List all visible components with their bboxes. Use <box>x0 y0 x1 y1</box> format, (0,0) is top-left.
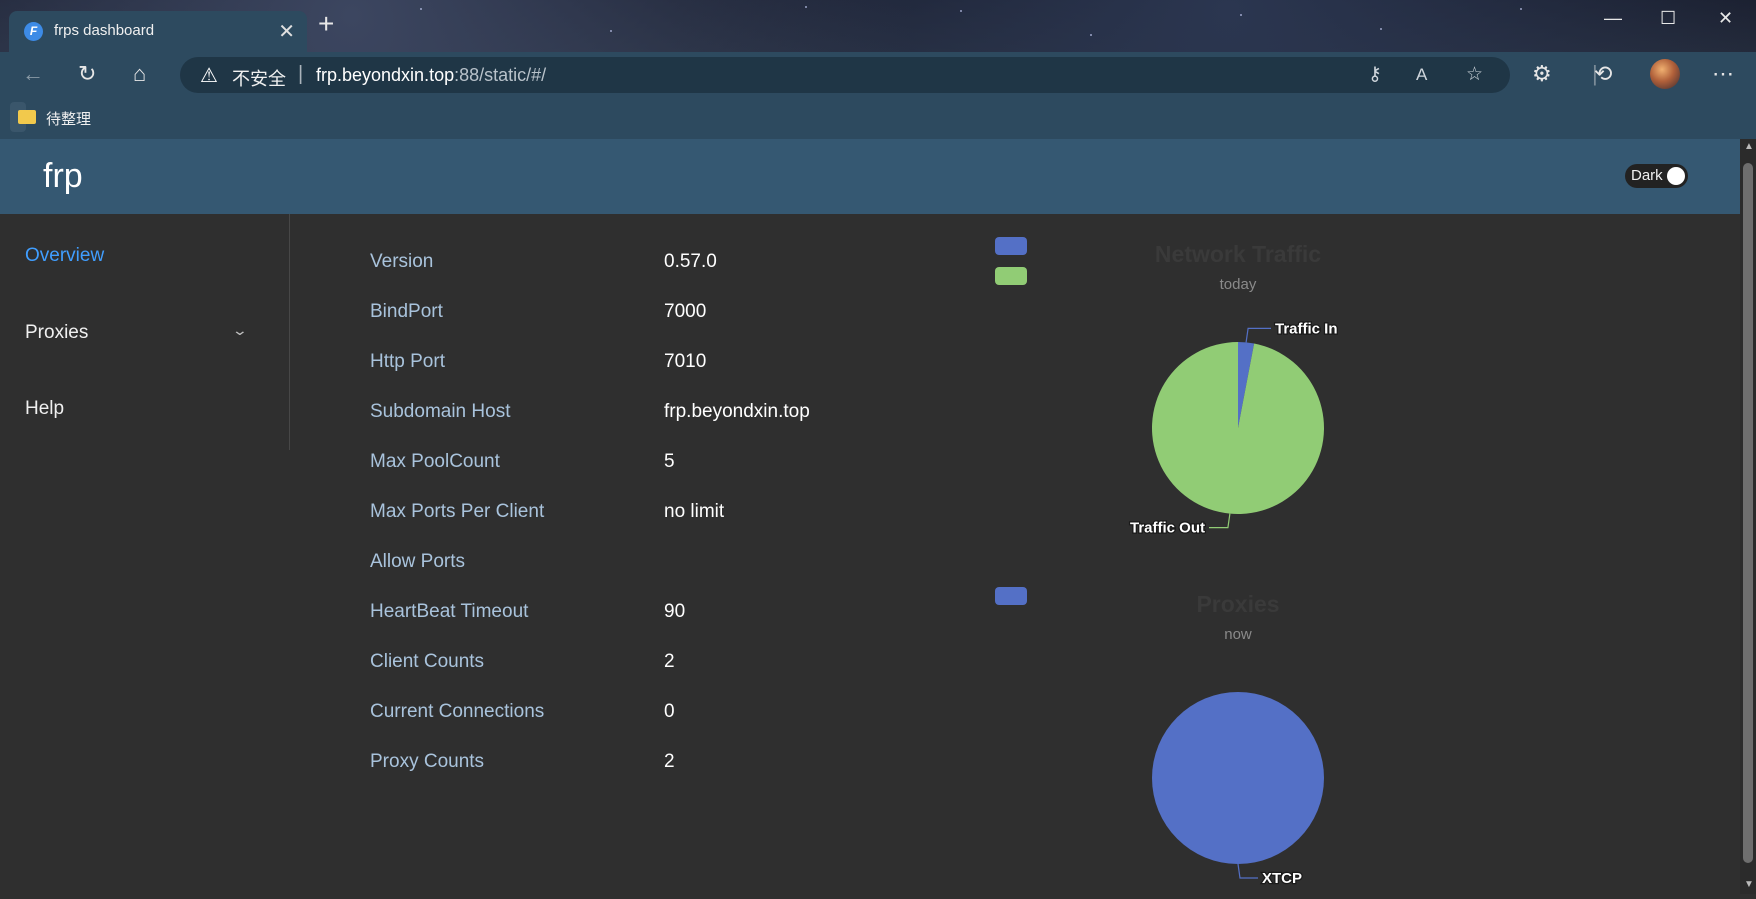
app-logo: frp <box>43 157 83 195</box>
pie-leader-line <box>1245 327 1271 343</box>
sidebar-item-help[interactable]: Help <box>25 398 64 420</box>
chart-title: Network Traffic <box>1155 241 1321 267</box>
pie-slice-label: Traffic Out <box>1130 520 1205 537</box>
close-tab-icon[interactable]: ✕ <box>278 19 295 44</box>
info-value-max-poolcount: 5 <box>664 451 675 472</box>
charts-area: Network Traffic today Traffic In Traffic Ou… <box>980 214 1440 894</box>
info-value-http-port: 7010 <box>664 351 707 372</box>
profile-avatar[interactable] <box>1650 59 1680 89</box>
info-row: Allow Ports <box>370 551 890 581</box>
info-value-client-counts: 2 <box>664 651 675 672</box>
chart-title: Proxies <box>1196 591 1279 617</box>
info-row: Current Connections 0 <box>370 701 890 731</box>
favorite-star-icon[interactable]: ☆ <box>1466 63 1483 86</box>
info-label-bindport: BindPort <box>370 301 443 322</box>
address-bar[interactable]: ⚠ 不安全 | frp.beyondxin.top:88/static/#/ ⚷… <box>180 57 1510 93</box>
info-label-heartbeat-timeout: HeartBeat Timeout <box>370 601 529 622</box>
read-aloud-icon[interactable]: A <box>1416 65 1427 85</box>
sidebar-item-overview[interactable]: Overview <box>25 245 104 267</box>
sidebar-nav: Overview Proxies ⌄ Help <box>0 214 290 450</box>
info-label-version: Version <box>370 251 434 272</box>
warning-icon: ⚠ <box>200 65 218 87</box>
info-row: Subdomain Host frp.beyondxin.top <box>370 401 890 431</box>
legend-swatch <box>995 237 1027 255</box>
dark-mode-toggle[interactable]: Dark <box>1625 164 1688 188</box>
scroll-up-arrow-icon[interactable]: ▲ <box>1744 141 1754 152</box>
info-value-subdomain-host: frp.beyondxin.top <box>664 401 810 422</box>
frp-favicon-icon: F <box>24 22 43 41</box>
info-row: BindPort 7000 <box>370 301 890 331</box>
info-value-bindport: 7000 <box>664 301 707 322</box>
url-path: :88/static/#/ <box>454 65 547 85</box>
home-icon[interactable]: ⌂ <box>133 62 146 86</box>
history-icon[interactable]: ⟲ <box>1594 62 1612 86</box>
info-row: Max Ports Per Client no limit <box>370 501 890 531</box>
minimize-icon[interactable]: — <box>1604 8 1622 29</box>
info-value-current-connections: 0 <box>664 701 675 722</box>
folder-icon <box>18 110 36 124</box>
pie-slice-label: Traffic In <box>1275 320 1338 337</box>
sidebar-item-proxies[interactable]: Proxies <box>25 322 88 344</box>
chart-subtitle: today <box>1220 276 1257 293</box>
new-tab-icon[interactable]: + <box>318 10 334 38</box>
key-icon[interactable]: ⚷ <box>1368 63 1382 86</box>
url-host: frp.beyondxin.top <box>316 65 455 85</box>
browser-chrome: F frps dashboard ✕ + — ☐ ✕ ← ↻ ⌂ ⚠ 不安全 |… <box>0 0 1756 140</box>
back-icon[interactable]: ← <box>22 62 44 86</box>
page-scrollbar[interactable]: ▲ ▼ <box>1740 139 1756 894</box>
info-label-proxy-counts: Proxy Counts <box>370 751 485 772</box>
info-row: Version 0.57.0 <box>370 251 890 281</box>
pie-slice-label: XTCP <box>1262 870 1302 887</box>
close-window-icon[interactable]: ✕ <box>1718 8 1733 29</box>
scroll-thumb[interactable] <box>1743 163 1753 863</box>
refresh-icon[interactable]: ↻ <box>78 62 96 86</box>
info-label-max-ports-per-client: Max Ports Per Client <box>370 501 545 522</box>
address-separator: | <box>298 63 304 85</box>
scroll-down-arrow-icon[interactable]: ▼ <box>1744 879 1754 890</box>
chevron-down-icon[interactable]: ⌄ <box>232 322 248 339</box>
info-label-current-connections: Current Connections <box>370 701 545 722</box>
info-row: Http Port 7010 <box>370 351 890 381</box>
bookmarks-bar: 待整理 <box>0 98 1756 140</box>
app-header: frp Dark <box>0 139 1740 214</box>
toggle-knob <box>1667 167 1685 185</box>
tab-strip: F frps dashboard ✕ + — ☐ ✕ <box>0 0 1756 52</box>
charts-svg: Network Traffic today Traffic In Traffic Ou… <box>995 237 1339 888</box>
chart-subtitle: now <box>1224 626 1252 643</box>
tab-title: frps dashboard <box>54 22 155 39</box>
maximize-icon[interactable]: ☐ <box>1660 8 1676 29</box>
info-value-max-ports-per-client: no limit <box>664 501 725 522</box>
info-label-max-poolcount: Max PoolCount <box>370 451 500 472</box>
bookmark-folder[interactable]: 待整理 <box>10 102 91 132</box>
info-label-allow-ports: Allow Ports <box>370 551 466 572</box>
browser-toolbar: ← ↻ ⌂ ⚠ 不安全 | frp.beyondxin.top:88/stati… <box>0 52 1756 98</box>
info-value-proxy-counts: 2 <box>664 751 675 772</box>
security-label: 不安全 <box>232 69 286 89</box>
bookmark-label: 待整理 <box>46 111 92 128</box>
info-label-client-counts: Client Counts <box>370 651 485 672</box>
pie-leader-line <box>1209 513 1231 529</box>
more-options-icon[interactable]: ⋯ <box>1712 62 1734 86</box>
info-value-version: 0.57.0 <box>664 251 717 272</box>
info-label-subdomain-host: Subdomain Host <box>370 401 511 422</box>
pie-slice <box>1152 692 1324 864</box>
url-text: frp.beyondxin.top:88/static/#/ <box>316 65 546 86</box>
browser-tab[interactable]: F frps dashboard ✕ <box>9 11 307 52</box>
legend-swatch <box>995 587 1027 605</box>
pie-slice <box>1152 342 1324 514</box>
pie-leader-line <box>1237 863 1258 879</box>
info-row: Max PoolCount 5 <box>370 451 890 481</box>
extensions-icon[interactable]: ⚙ <box>1532 62 1552 86</box>
info-row: Client Counts 2 <box>370 651 890 681</box>
info-row: Proxy Counts 2 <box>370 751 890 781</box>
info-label-http-port: Http Port <box>370 351 445 372</box>
legend-swatch <box>995 267 1027 285</box>
info-value-heartbeat-timeout: 90 <box>664 601 686 622</box>
info-row: HeartBeat Timeout 90 <box>370 601 890 631</box>
dark-toggle-label: Dark <box>1631 167 1663 184</box>
